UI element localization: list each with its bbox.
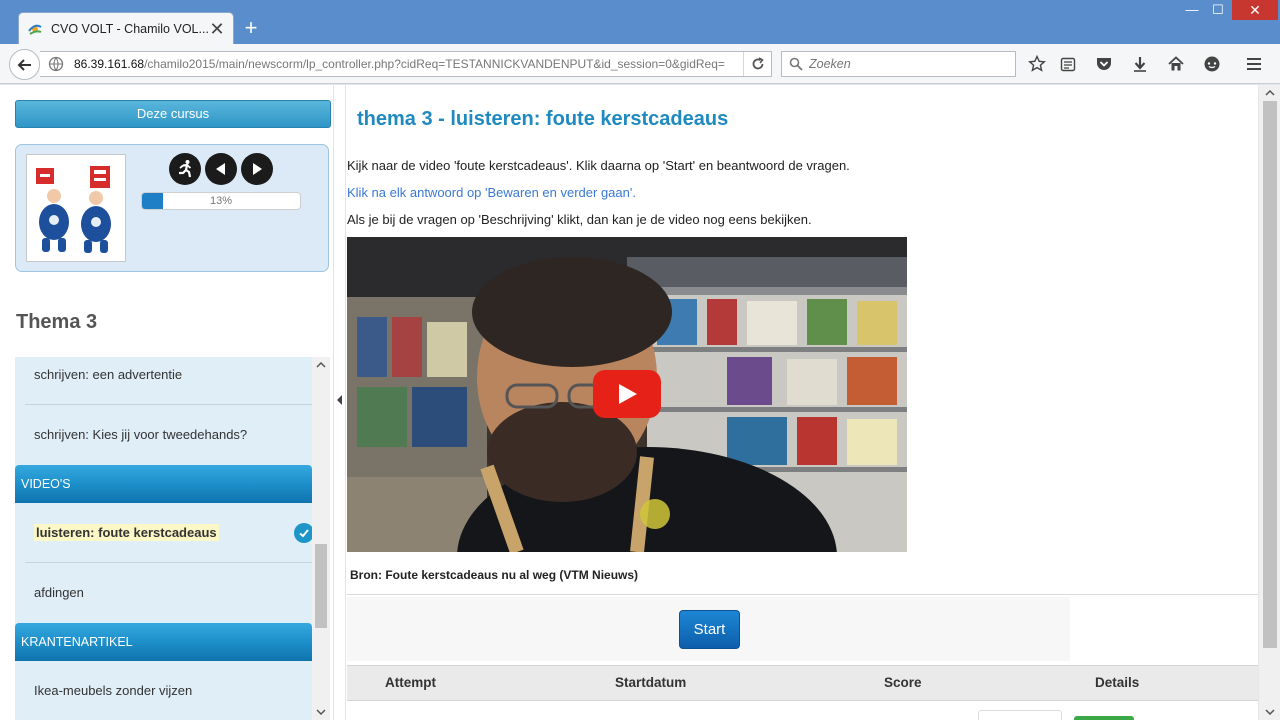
back-arrow-icon: [17, 58, 31, 71]
list-item-label-wrapper: luisteren: foute kerstcadeaus: [34, 515, 219, 551]
collapse-arrow-icon[interactable]: [337, 395, 342, 405]
next-button[interactable]: [241, 153, 273, 185]
table-row: [347, 701, 1258, 720]
previous-arrow-icon: [216, 163, 225, 175]
page-scrollbar-thumb[interactable]: [1263, 101, 1277, 648]
row-score-box: [978, 710, 1062, 720]
page-scroll-up-arrow-icon[interactable]: [1259, 85, 1280, 101]
progress-label: 13%: [209, 195, 233, 207]
chat-icon[interactable]: [1202, 54, 1222, 74]
browser-navbar: 86.39.161.68/chamilo2015/main/newscorm/l…: [0, 44, 1280, 84]
address-bar[interactable]: 86.39.161.68/chamilo2015/main/newscorm/l…: [40, 51, 772, 77]
list-item-luisteren-current[interactable]: luisteren: foute kerstcadeaus: [15, 515, 312, 575]
video-source-caption: Bron: Foute kerstcadeaus nu al weg (VTM …: [350, 568, 639, 582]
start-area: Start: [347, 597, 1070, 661]
section-header-label: KRANTENARTIKEL: [21, 635, 133, 649]
panel-splitter[interactable]: [333, 85, 346, 720]
pocket-icon[interactable]: [1094, 54, 1114, 74]
page-viewport: Deze cursus 13% Thema 3 schrijven: een a…: [0, 85, 1280, 720]
section-header-videos: VIDEO'S: [15, 465, 312, 503]
column-header-attempt: Attempt: [385, 675, 436, 690]
url-text[interactable]: 86.39.161.68/chamilo2015/main/newscorm/l…: [74, 57, 743, 71]
running-person-icon: [179, 160, 192, 178]
theme-title: Thema 3: [16, 311, 98, 333]
progress-bar: 13%: [141, 192, 301, 210]
course-button[interactable]: Deze cursus: [15, 100, 331, 128]
attempts-table-header: Attempt Startdatum Score Details: [347, 665, 1258, 701]
column-header-startdatum: Startdatum: [615, 675, 687, 690]
window-minimize-button[interactable]: —: [1178, 0, 1206, 20]
course-illustration-icon: [32, 160, 120, 256]
new-tab-button[interactable]: +: [240, 17, 262, 39]
start-button[interactable]: Start: [679, 610, 740, 649]
url-domain: 86.39.161.68: [74, 57, 145, 71]
bookmark-star-icon[interactable]: [1027, 54, 1047, 74]
browser-titlebar: CVO VOLT - Chamilo VOL... ✕ + — ☐ ✕: [0, 0, 1280, 45]
list-item-schrijven-advertentie[interactable]: schrijven: een advertentie: [15, 357, 312, 417]
section-header-krantenartikel: KRANTENARTIKEL: [15, 623, 312, 661]
main-content: thema 3 - luisteren: foute kerstcadeaus …: [347, 85, 1258, 720]
search-input[interactable]: [809, 57, 1009, 71]
reload-button[interactable]: [743, 52, 771, 76]
row-details-button[interactable]: [1074, 716, 1134, 720]
browser-tab[interactable]: CVO VOLT - Chamilo VOL... ✕: [18, 12, 234, 45]
window-close-button[interactable]: ✕: [1232, 0, 1278, 20]
list-divider: [25, 404, 312, 405]
section-header-label: VIDEO'S: [21, 477, 71, 491]
list-item-ikea-meubels[interactable]: Ikea-meubels zonder vijzen: [15, 673, 312, 720]
scroll-up-arrow-icon[interactable]: [312, 357, 330, 373]
scroll-down-arrow-icon[interactable]: [312, 704, 330, 720]
learning-path-list: schrijven: een advertentie schrijven: Ki…: [15, 357, 312, 720]
tab-close-icon[interactable]: ✕: [209, 20, 225, 38]
back-button[interactable]: [9, 49, 40, 80]
content-divider: [347, 594, 1258, 595]
learning-path-panel: Deze cursus 13% Thema 3 schrijven: een a…: [0, 85, 333, 720]
list-item-label: Ikea-meubels zonder vijzen: [34, 683, 193, 698]
menu-icon[interactable]: [1244, 54, 1264, 74]
page-scroll-down-arrow-icon[interactable]: [1259, 704, 1280, 720]
next-arrow-icon: [253, 163, 262, 175]
instruction-highlight: Klik na elk antwoord op 'Bewaren en verd…: [347, 185, 636, 200]
scrollbar-thumb[interactable]: [315, 544, 327, 628]
toc-run-button[interactable]: [169, 153, 201, 185]
site-info-icon[interactable]: [48, 56, 64, 72]
learning-path-info-box: 13%: [15, 144, 329, 272]
list-item-label: schrijven: een advertentie: [34, 367, 183, 382]
search-icon: [789, 57, 803, 71]
home-icon[interactable]: [1166, 54, 1186, 74]
previous-button[interactable]: [205, 153, 237, 185]
chamilo-favicon-icon: [28, 24, 42, 35]
page-scrollbar[interactable]: [1258, 85, 1280, 720]
learning-path-scrollbar[interactable]: [312, 357, 330, 720]
list-divider: [25, 562, 312, 563]
instruction-text-2: Als je bij de vragen op 'Beschrijving' k…: [347, 212, 812, 227]
current-item-label: luisteren: foute kerstcadeaus: [34, 524, 219, 541]
list-item-label: afdingen: [34, 585, 84, 600]
column-header-details: Details: [1095, 675, 1140, 690]
video-thumbnail: [347, 237, 907, 552]
window-maximize-button[interactable]: ☐: [1204, 0, 1232, 20]
course-image: [26, 154, 126, 262]
video-player[interactable]: [347, 237, 907, 552]
instruction-text: Kijk naar de video 'foute kerstcadeaus'.…: [347, 158, 850, 173]
search-bar[interactable]: [781, 51, 1016, 77]
completed-check-icon: [294, 523, 312, 543]
tab-title: CVO VOLT - Chamilo VOL...: [51, 22, 209, 36]
list-item-label: schrijven: Kies jij voor tweedehands?: [34, 427, 248, 442]
reading-list-icon[interactable]: [1058, 54, 1078, 74]
download-icon[interactable]: [1130, 54, 1150, 74]
column-header-score: Score: [884, 675, 922, 690]
url-path: /chamilo2015/main/newscorm/lp_controller…: [144, 57, 725, 71]
page-title: thema 3 - luisteren: foute kerstcadeaus: [357, 108, 729, 130]
reload-icon: [752, 57, 764, 70]
